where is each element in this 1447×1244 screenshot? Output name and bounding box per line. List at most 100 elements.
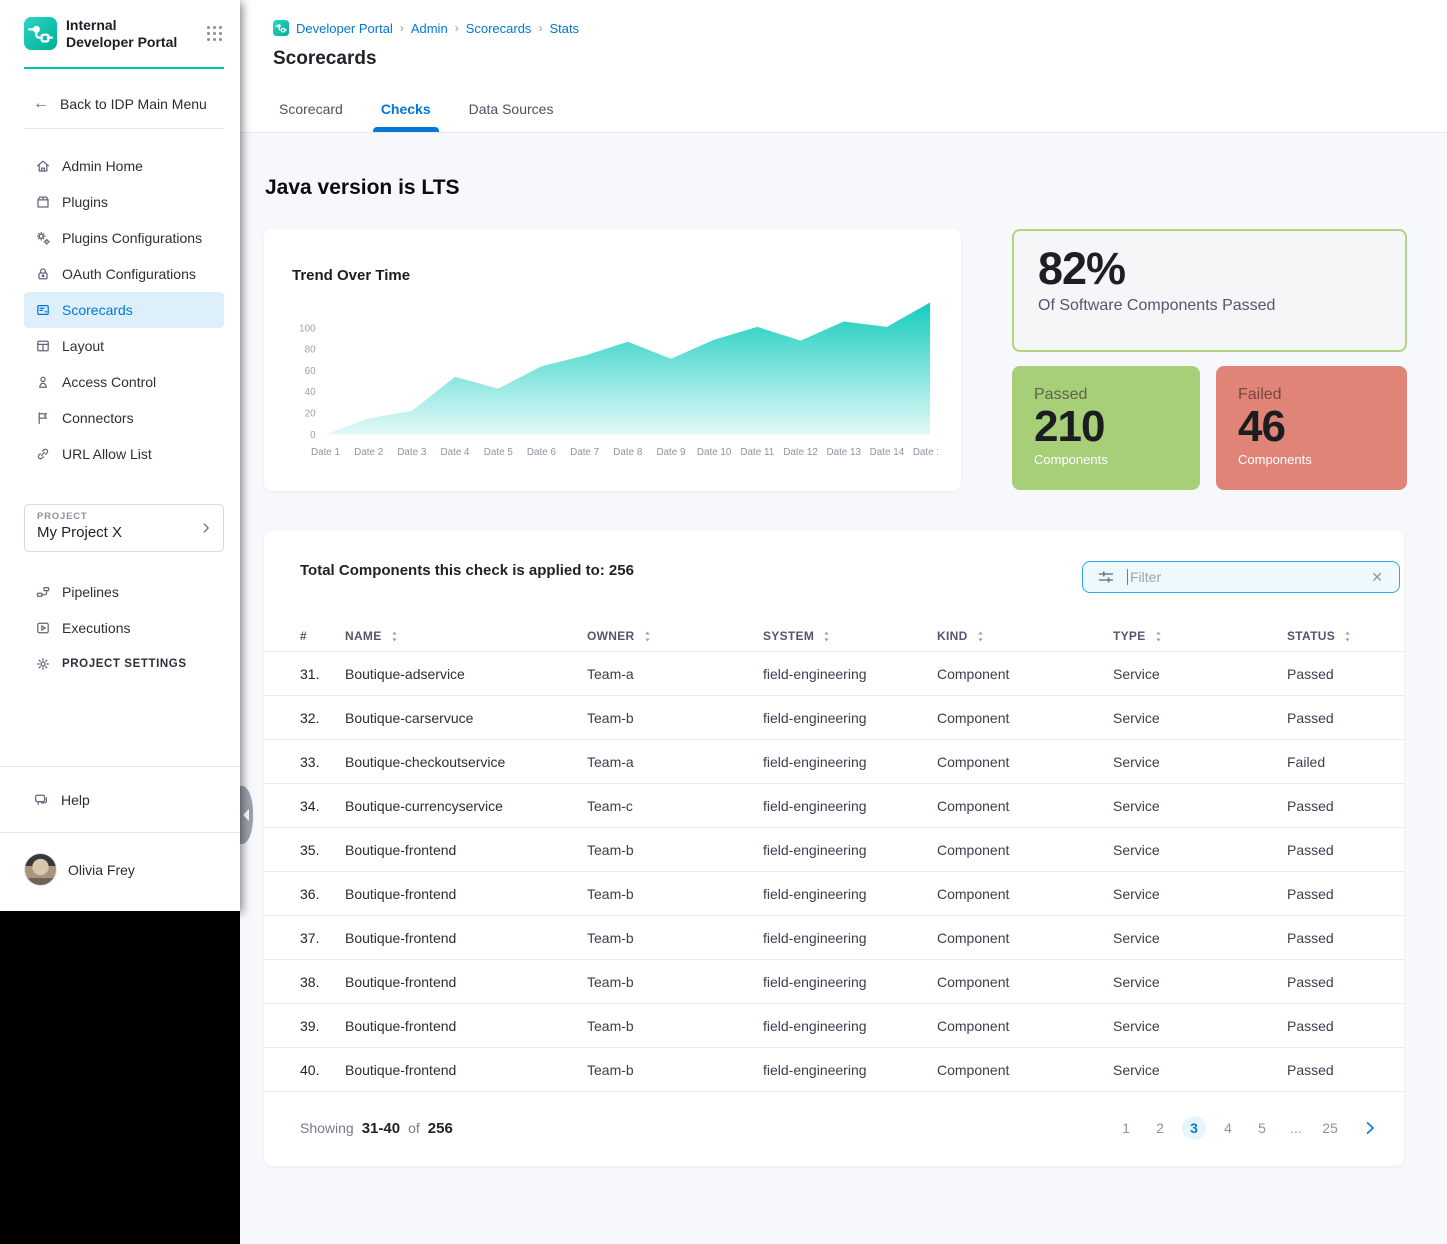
column-header-system[interactable]: SYSTEM bbox=[763, 629, 937, 643]
sidebar-item-scorecards[interactable]: Scorecards bbox=[24, 292, 224, 328]
cell-num: 36. bbox=[300, 886, 345, 902]
passed-caption: Components bbox=[1034, 452, 1178, 467]
table-row[interactable]: 35.Boutique-frontendTeam-bfield-engineer… bbox=[264, 827, 1404, 871]
breadcrumb-separator: › bbox=[538, 21, 542, 35]
app-grid-icon[interactable] bbox=[205, 24, 224, 43]
sidebar-item-oauth-configurations[interactable]: OAuth Configurations bbox=[24, 256, 224, 292]
filter-close-icon[interactable]: ✕ bbox=[1367, 567, 1387, 588]
sidebar-item-label: Connectors bbox=[62, 410, 134, 426]
sidebar: Internal Developer Portal ← Back to IDP … bbox=[0, 0, 240, 911]
gear-icon bbox=[35, 656, 51, 672]
cell-name: Boutique-frontend bbox=[345, 1018, 587, 1034]
tab-data-sources[interactable]: Data Sources bbox=[467, 99, 556, 132]
trend-chart-card: Trend Over Time 020406080100 Date 1Date … bbox=[264, 229, 961, 491]
sidebar-item-access-control[interactable]: Access Control bbox=[24, 364, 224, 400]
page-3[interactable]: 3 bbox=[1182, 1116, 1206, 1140]
breadcrumb: Developer Portal›Admin›Scorecards›Stats bbox=[273, 20, 579, 36]
cell-name: Boutique-frontend bbox=[345, 886, 587, 902]
sidebar-item-url-allow-list[interactable]: URL Allow List bbox=[24, 436, 224, 472]
page-1[interactable]: 1 bbox=[1114, 1116, 1138, 1140]
logo-divider bbox=[24, 67, 224, 69]
page-5[interactable]: 5 bbox=[1250, 1116, 1274, 1140]
column-label: STATUS bbox=[1287, 629, 1335, 643]
sidebar-item-connectors[interactable]: Connectors bbox=[24, 400, 224, 436]
cell-status: Passed bbox=[1287, 930, 1404, 946]
cell-status: Passed bbox=[1287, 798, 1404, 814]
sort-icon[interactable] bbox=[822, 630, 831, 643]
table-row[interactable]: 32.Boutique-carservuceTeam-bfield-engine… bbox=[264, 695, 1404, 739]
page-ellipsis: ... bbox=[1284, 1116, 1308, 1140]
cell-type: Service bbox=[1113, 754, 1287, 770]
table-row[interactable]: 34.Boutique-currencyserviceTeam-cfield-e… bbox=[264, 783, 1404, 827]
table-header-bar: Total Components this check is applied t… bbox=[264, 531, 1404, 621]
cell-system: field-engineering bbox=[763, 930, 937, 946]
page-25[interactable]: 25 bbox=[1318, 1116, 1342, 1140]
table-row[interactable]: 37.Boutique-frontendTeam-bfield-engineer… bbox=[264, 915, 1404, 959]
cell-name: Boutique-frontend bbox=[345, 974, 587, 990]
table-row[interactable]: 38.Boutique-frontendTeam-bfield-engineer… bbox=[264, 959, 1404, 1003]
help-item[interactable]: Help bbox=[33, 792, 90, 808]
cell-status: Passed bbox=[1287, 666, 1404, 682]
table-row[interactable]: 33.Boutique-checkoutserviceTeam-afield-e… bbox=[264, 739, 1404, 783]
cell-type: Service bbox=[1113, 1018, 1287, 1034]
sort-icon[interactable] bbox=[1343, 630, 1352, 643]
page-header: Developer Portal›Admin›Scorecards›Stats … bbox=[240, 0, 1447, 133]
column-header-type[interactable]: TYPE bbox=[1113, 629, 1287, 643]
column-header-name[interactable]: NAME bbox=[345, 629, 587, 643]
sidebar-item-label: Plugins bbox=[62, 194, 108, 210]
filter-input[interactable] bbox=[1130, 569, 1367, 585]
next-page-button[interactable] bbox=[1362, 1120, 1378, 1136]
sort-icon[interactable] bbox=[1154, 630, 1163, 643]
table-row[interactable]: 39.Boutique-frontendTeam-bfield-engineer… bbox=[264, 1003, 1404, 1047]
showing-total: 256 bbox=[428, 1120, 453, 1137]
active-tab-underline bbox=[373, 127, 439, 132]
cell-num: 32. bbox=[300, 710, 345, 726]
cell-owner: Team-b bbox=[587, 886, 763, 902]
user-profile[interactable]: Olivia Frey bbox=[24, 853, 135, 886]
sidebar-item-pipelines[interactable]: Pipelines bbox=[24, 574, 224, 610]
page-4[interactable]: 4 bbox=[1216, 1116, 1240, 1140]
column-header-kind[interactable]: KIND bbox=[937, 629, 1113, 643]
breadcrumb-link[interactable]: Developer Portal bbox=[296, 21, 393, 36]
cell-system: field-engineering bbox=[763, 1062, 937, 1078]
cell-system: field-engineering bbox=[763, 666, 937, 682]
table-row[interactable]: 31.Boutique-adserviceTeam-afield-enginee… bbox=[264, 651, 1404, 695]
page-2[interactable]: 2 bbox=[1148, 1116, 1172, 1140]
cell-kind: Component bbox=[937, 886, 1113, 902]
tab-checks[interactable]: Checks bbox=[379, 99, 433, 132]
breadcrumb-link[interactable]: Admin bbox=[411, 21, 448, 36]
check-title: Java version is LTS bbox=[265, 176, 460, 200]
project-selector[interactable]: PROJECT My Project X bbox=[24, 504, 224, 552]
sidebar-item-plugins-configurations[interactable]: Plugins Configurations bbox=[24, 220, 224, 256]
sort-icon[interactable] bbox=[643, 630, 652, 643]
back-to-main-menu[interactable]: ← Back to IDP Main Menu bbox=[33, 95, 207, 113]
svg-text:80: 80 bbox=[305, 345, 316, 356]
sidebar-item-admin-home[interactable]: Admin Home bbox=[24, 148, 224, 184]
trend-chart: 020406080100 Date 1Date 2Date 3Date 4Dat… bbox=[286, 295, 938, 475]
sort-icon[interactable] bbox=[390, 630, 399, 643]
filter-box[interactable]: ✕ bbox=[1082, 561, 1400, 593]
column-label: NAME bbox=[345, 629, 382, 643]
tab-scorecard[interactable]: Scorecard bbox=[277, 99, 345, 132]
column-header-status[interactable]: STATUS bbox=[1287, 629, 1404, 643]
sidebar-item-layout[interactable]: Layout bbox=[24, 328, 224, 364]
breadcrumb-link[interactable]: Scorecards bbox=[466, 21, 532, 36]
breadcrumb-link[interactable]: Stats bbox=[549, 21, 579, 36]
cell-owner: Team-c bbox=[587, 798, 763, 814]
column-header-owner[interactable]: OWNER bbox=[587, 629, 763, 643]
cell-num: 31. bbox=[300, 666, 345, 682]
cell-kind: Component bbox=[937, 666, 1113, 682]
table-row[interactable]: 40.Boutique-frontendTeam-bfield-engineer… bbox=[264, 1047, 1404, 1091]
sidebar-item-project-settings[interactable]: PROJECT SETTINGS bbox=[24, 646, 224, 682]
cell-num: 34. bbox=[300, 798, 345, 814]
chart-title: Trend Over Time bbox=[292, 267, 410, 284]
divider bbox=[0, 832, 240, 833]
sidebar-item-plugins[interactable]: Plugins bbox=[24, 184, 224, 220]
cell-num: 38. bbox=[300, 974, 345, 990]
table-row[interactable]: 36.Boutique-frontendTeam-bfield-engineer… bbox=[264, 871, 1404, 915]
cell-system: field-engineering bbox=[763, 798, 937, 814]
column-label: KIND bbox=[937, 629, 968, 643]
sort-icon[interactable] bbox=[976, 630, 985, 643]
column-label: TYPE bbox=[1113, 629, 1146, 643]
sidebar-item-executions[interactable]: Executions bbox=[24, 610, 224, 646]
